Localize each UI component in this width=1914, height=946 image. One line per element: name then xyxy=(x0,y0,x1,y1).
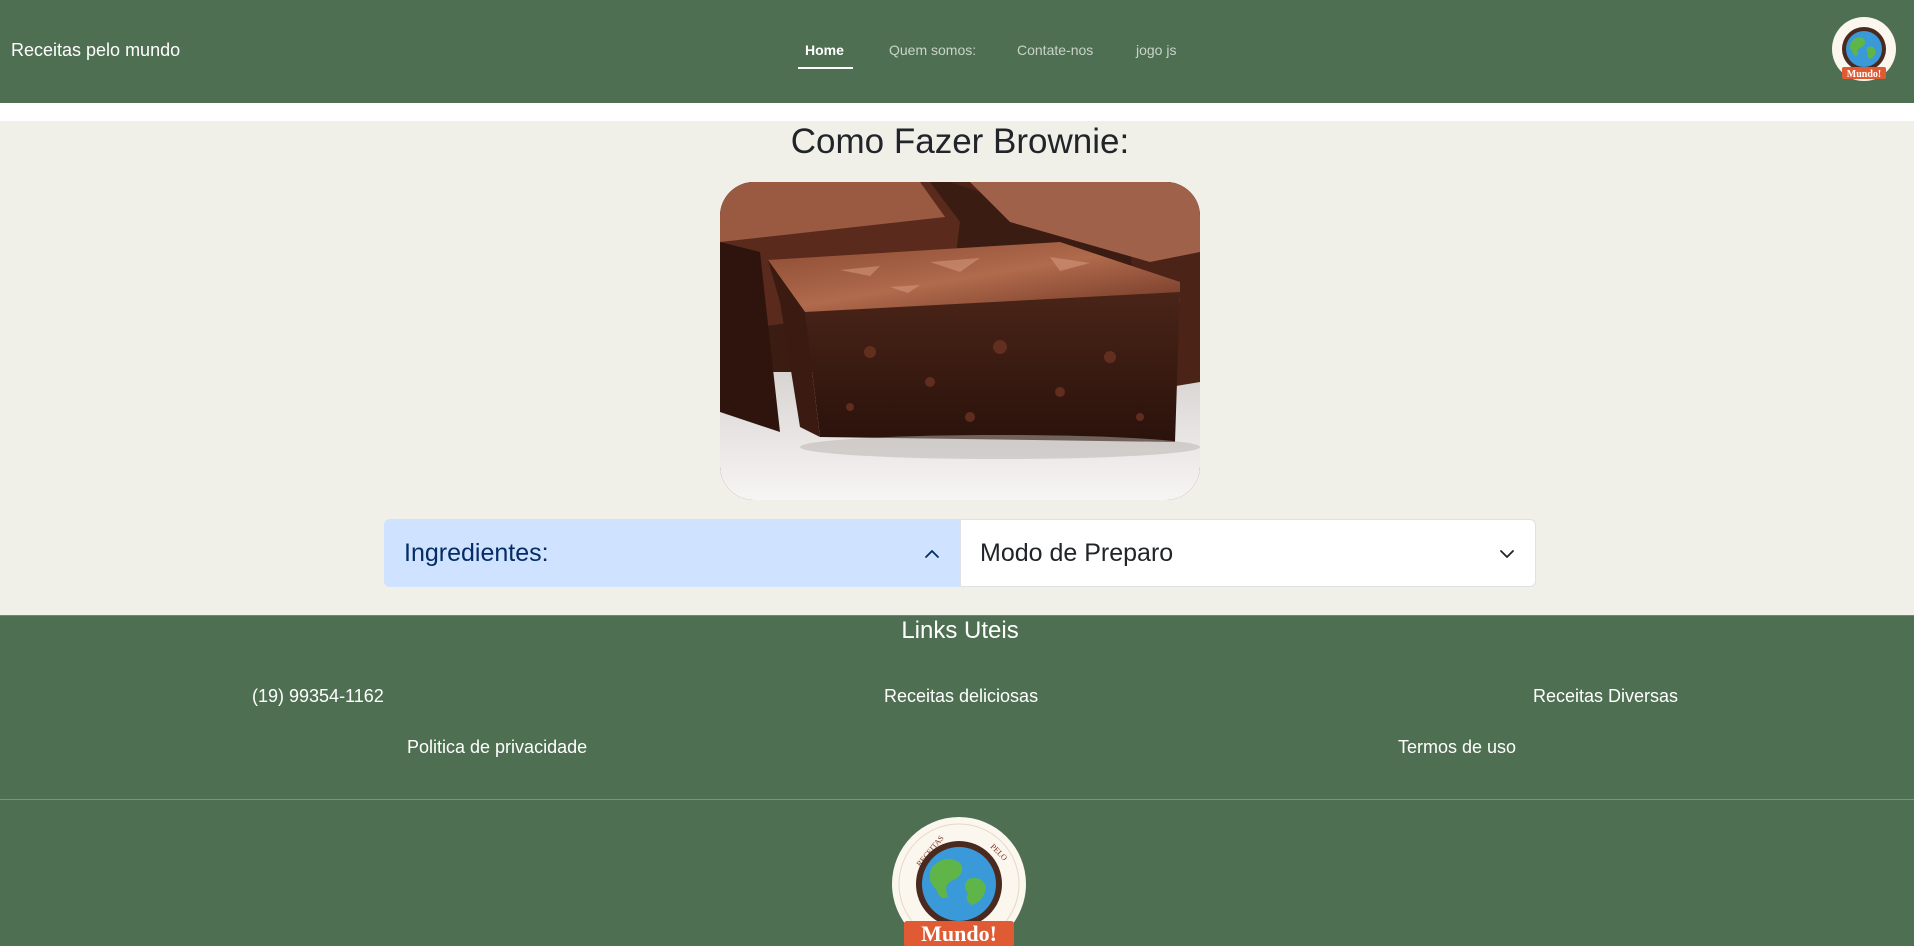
footer-logo: RECEITAS PELO Mundo! xyxy=(890,817,1028,946)
site-logo[interactable]: Mundo! xyxy=(1830,17,1898,85)
brownie-image xyxy=(720,182,1200,500)
footer-link-termos[interactable]: Termos de uso xyxy=(1398,737,1516,758)
footer-link-privacidade[interactable]: Politica de privacidade xyxy=(407,737,587,758)
nav-home[interactable]: Home xyxy=(805,42,844,58)
page-title: Como Fazer Brownie: xyxy=(790,122,1130,161)
footer-link-receitas-deliciosas[interactable]: Receitas deliciosas xyxy=(884,686,1038,707)
navbar: Receitas pelo mundo Home Quem somos: Con… xyxy=(0,0,1914,103)
accordion-modo-de-preparo[interactable]: Modo de Preparo xyxy=(960,519,1536,587)
svg-text:Mundo!: Mundo! xyxy=(1847,69,1881,80)
svg-text:Mundo!: Mundo! xyxy=(921,921,997,946)
accordion-preparo-label: Modo de Preparo xyxy=(980,539,1174,567)
globe-logo-icon: Mundo! xyxy=(1832,17,1896,81)
footer-link-receitas-diversas[interactable]: Receitas Diversas xyxy=(1533,686,1678,707)
footer-link-phone[interactable]: (19) 99354-1162 xyxy=(252,686,384,707)
header-separator xyxy=(0,103,1914,121)
brownie-photo xyxy=(720,182,1200,500)
nav-contate-nos[interactable]: Contate-nos xyxy=(1017,42,1093,58)
accordion-ingredientes-label: Ingredientes: xyxy=(404,539,549,567)
active-nav-underline xyxy=(798,67,853,69)
footer-divider xyxy=(0,799,1914,800)
accordion-ingredientes[interactable]: Ingredientes: xyxy=(384,519,961,587)
footer-title: Links Uteis xyxy=(901,617,1019,644)
chevron-up-icon xyxy=(925,550,939,558)
chevron-down-icon xyxy=(1500,550,1514,558)
nav-quem-somos[interactable]: Quem somos: xyxy=(889,42,976,58)
nav-links: Home Quem somos: Contate-nos jogo js xyxy=(0,0,1914,103)
globe-logo-icon: RECEITAS PELO Mundo! xyxy=(892,817,1026,946)
nav-jogo-js[interactable]: jogo js xyxy=(1136,42,1176,58)
